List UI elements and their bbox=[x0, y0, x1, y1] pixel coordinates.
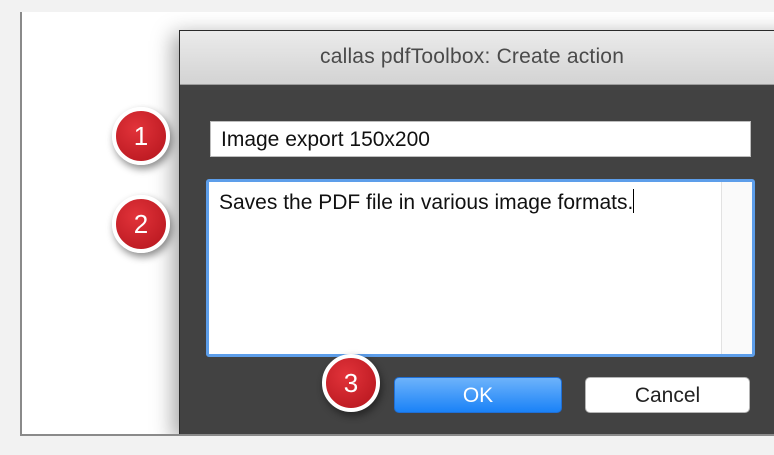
callout-badge-3: 3 bbox=[322, 354, 380, 412]
callout-badge-1: 1 bbox=[112, 107, 170, 165]
create-action-dialog: callas pdfToolbox: Create action Image e… bbox=[179, 30, 774, 434]
action-description-field[interactable]: Saves the PDF file in various image form… bbox=[206, 179, 755, 357]
ok-button[interactable]: OK bbox=[394, 377, 562, 413]
dialog-titlebar[interactable]: callas pdfToolbox: Create action bbox=[180, 31, 774, 85]
dialog-title: callas pdfToolbox: Create action bbox=[320, 45, 625, 68]
action-name-field[interactable]: Image export 150x200 bbox=[210, 121, 751, 157]
callout-badge-2: 2 bbox=[112, 195, 170, 253]
text-cursor bbox=[633, 189, 635, 213]
description-text: Saves the PDF file in various image form… bbox=[219, 191, 634, 214]
cancel-button[interactable]: Cancel bbox=[585, 377, 750, 413]
screenshot-frame: callas pdfToolbox: Create action Image e… bbox=[20, 12, 774, 436]
description-scrollbar[interactable] bbox=[721, 182, 752, 354]
